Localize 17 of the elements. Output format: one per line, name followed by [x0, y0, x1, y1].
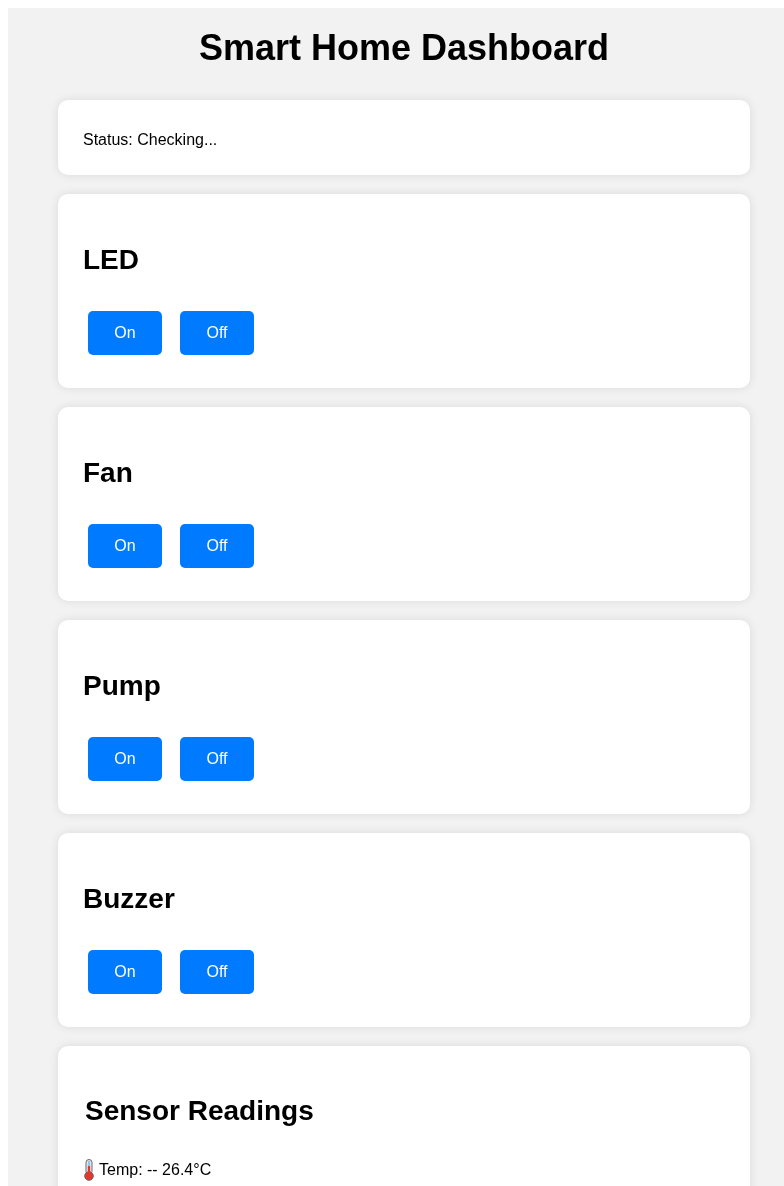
off-button[interactable]: Off — [180, 311, 254, 355]
device-name: Fan — [83, 459, 134, 487]
device-name: LED — [83, 246, 140, 274]
on-button[interactable]: On — [88, 950, 162, 994]
sensor-title: Sensor Readings — [85, 1095, 315, 1127]
device-name: Buzzer — [83, 885, 176, 913]
device-name: Pump — [83, 672, 162, 700]
on-button[interactable]: On — [88, 524, 162, 568]
off-button[interactable]: Off — [180, 950, 254, 994]
page-title: Smart Home Dashboard — [197, 27, 611, 69]
off-button[interactable]: Off — [180, 737, 254, 781]
off-button[interactable]: Off — [180, 524, 254, 568]
on-button[interactable]: On — [88, 311, 162, 355]
on-button[interactable]: On — [88, 737, 162, 781]
thermometer-icon — [83, 1159, 95, 1181]
status-text: Status: Checking... — [83, 131, 219, 149]
temperature-reading: Temp: -- 26.4°C — [99, 1160, 212, 1180]
